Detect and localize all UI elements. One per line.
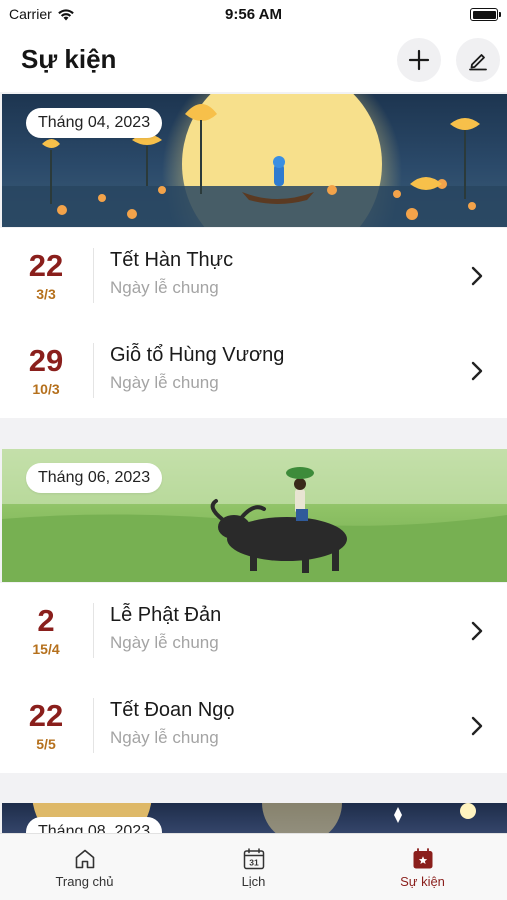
event-row-tet-doan-ngo[interactable]: 22 5/5 Tết Đoan Ngọ Ngày lễ chung: [0, 678, 507, 773]
divider: [93, 698, 94, 753]
month-label: Tháng 06, 2023: [26, 463, 163, 493]
chevron-right-icon: [471, 361, 483, 381]
tab-label: Sự kiện: [400, 874, 445, 889]
divider: [93, 603, 94, 658]
month-banner: Tháng 04, 2023: [2, 94, 507, 227]
tab-events[interactable]: Sự kiện: [338, 834, 507, 900]
battery-icon: [470, 8, 501, 21]
event-calendar-icon: [413, 848, 433, 869]
page-title: Sự kiện: [21, 44, 117, 74]
event-name: Tết Đoan Ngọ: [110, 699, 235, 721]
calendar-icon: 31: [243, 848, 265, 870]
tab-home[interactable]: Trang chủ: [0, 834, 169, 900]
calendar-number: 31: [249, 858, 259, 868]
event-name: Giỗ tổ Hùng Vương: [110, 344, 285, 366]
event-row-gio-to-hung-vuong[interactable]: 29 10/3 Giỗ tổ Hùng Vương Ngày lễ chung: [0, 323, 507, 418]
month-label: Tháng 04, 2023: [26, 108, 163, 138]
tab-bar: Trang chủ 31 Lịch Sự kiện: [0, 833, 507, 900]
event-type: Ngày lễ chung: [110, 728, 219, 747]
event-type: Ngày lễ chung: [110, 633, 219, 652]
tab-label: Trang chủ: [55, 874, 114, 889]
status-bar: Carrier 9:56 AM: [0, 0, 507, 30]
lunar-date: 3/3: [36, 286, 56, 302]
tab-label: Lịch: [241, 874, 266, 889]
event-type: Ngày lễ chung: [110, 373, 219, 392]
event-list: 22 3/3 Tết Hàn Thực Ngày lễ chung 29 10/…: [0, 228, 507, 418]
add-event-button[interactable]: [397, 38, 441, 82]
event-row-le-phat-dan[interactable]: 2 15/4 Lễ Phật Đản Ngày lễ chung: [0, 583, 507, 678]
solar-day: 29: [28, 343, 64, 378]
solar-day: 22: [28, 248, 64, 283]
chevron-right-icon: [471, 621, 483, 641]
event-name: Lễ Phật Đản: [110, 604, 222, 626]
event-name: Tết Hàn Thực: [110, 249, 234, 271]
edit-events-button[interactable]: [456, 38, 500, 82]
event-type: Ngày lễ chung: [110, 278, 219, 297]
status-time: 9:56 AM: [225, 6, 282, 23]
solar-day: 22: [28, 698, 64, 733]
chevron-right-icon: [471, 266, 483, 286]
solar-day: 2: [37, 603, 55, 638]
month-banner: Tháng 08, 2023: [2, 803, 507, 833]
home-icon: [75, 849, 95, 869]
divider: [93, 343, 94, 398]
divider: [93, 248, 94, 303]
lunar-date: 5/5: [36, 736, 56, 752]
header: Sự kiện: [0, 30, 507, 92]
lunar-date: 15/4: [32, 641, 60, 657]
event-list: 2 15/4 Lễ Phật Đản Ngày lễ chung 22 5/5 …: [0, 583, 507, 773]
pencil-icon: [469, 54, 487, 71]
lunar-date: 10/3: [32, 381, 60, 397]
tab-calendar[interactable]: 31 Lịch: [169, 834, 338, 900]
plus-icon: [408, 49, 430, 71]
month-banner: Tháng 06, 2023: [2, 449, 507, 582]
month-label: Tháng 08, 2023: [26, 817, 163, 833]
event-row-tet-han-thuc[interactable]: 22 3/3 Tết Hàn Thực Ngày lễ chung: [0, 228, 507, 323]
chevron-right-icon: [471, 716, 483, 736]
